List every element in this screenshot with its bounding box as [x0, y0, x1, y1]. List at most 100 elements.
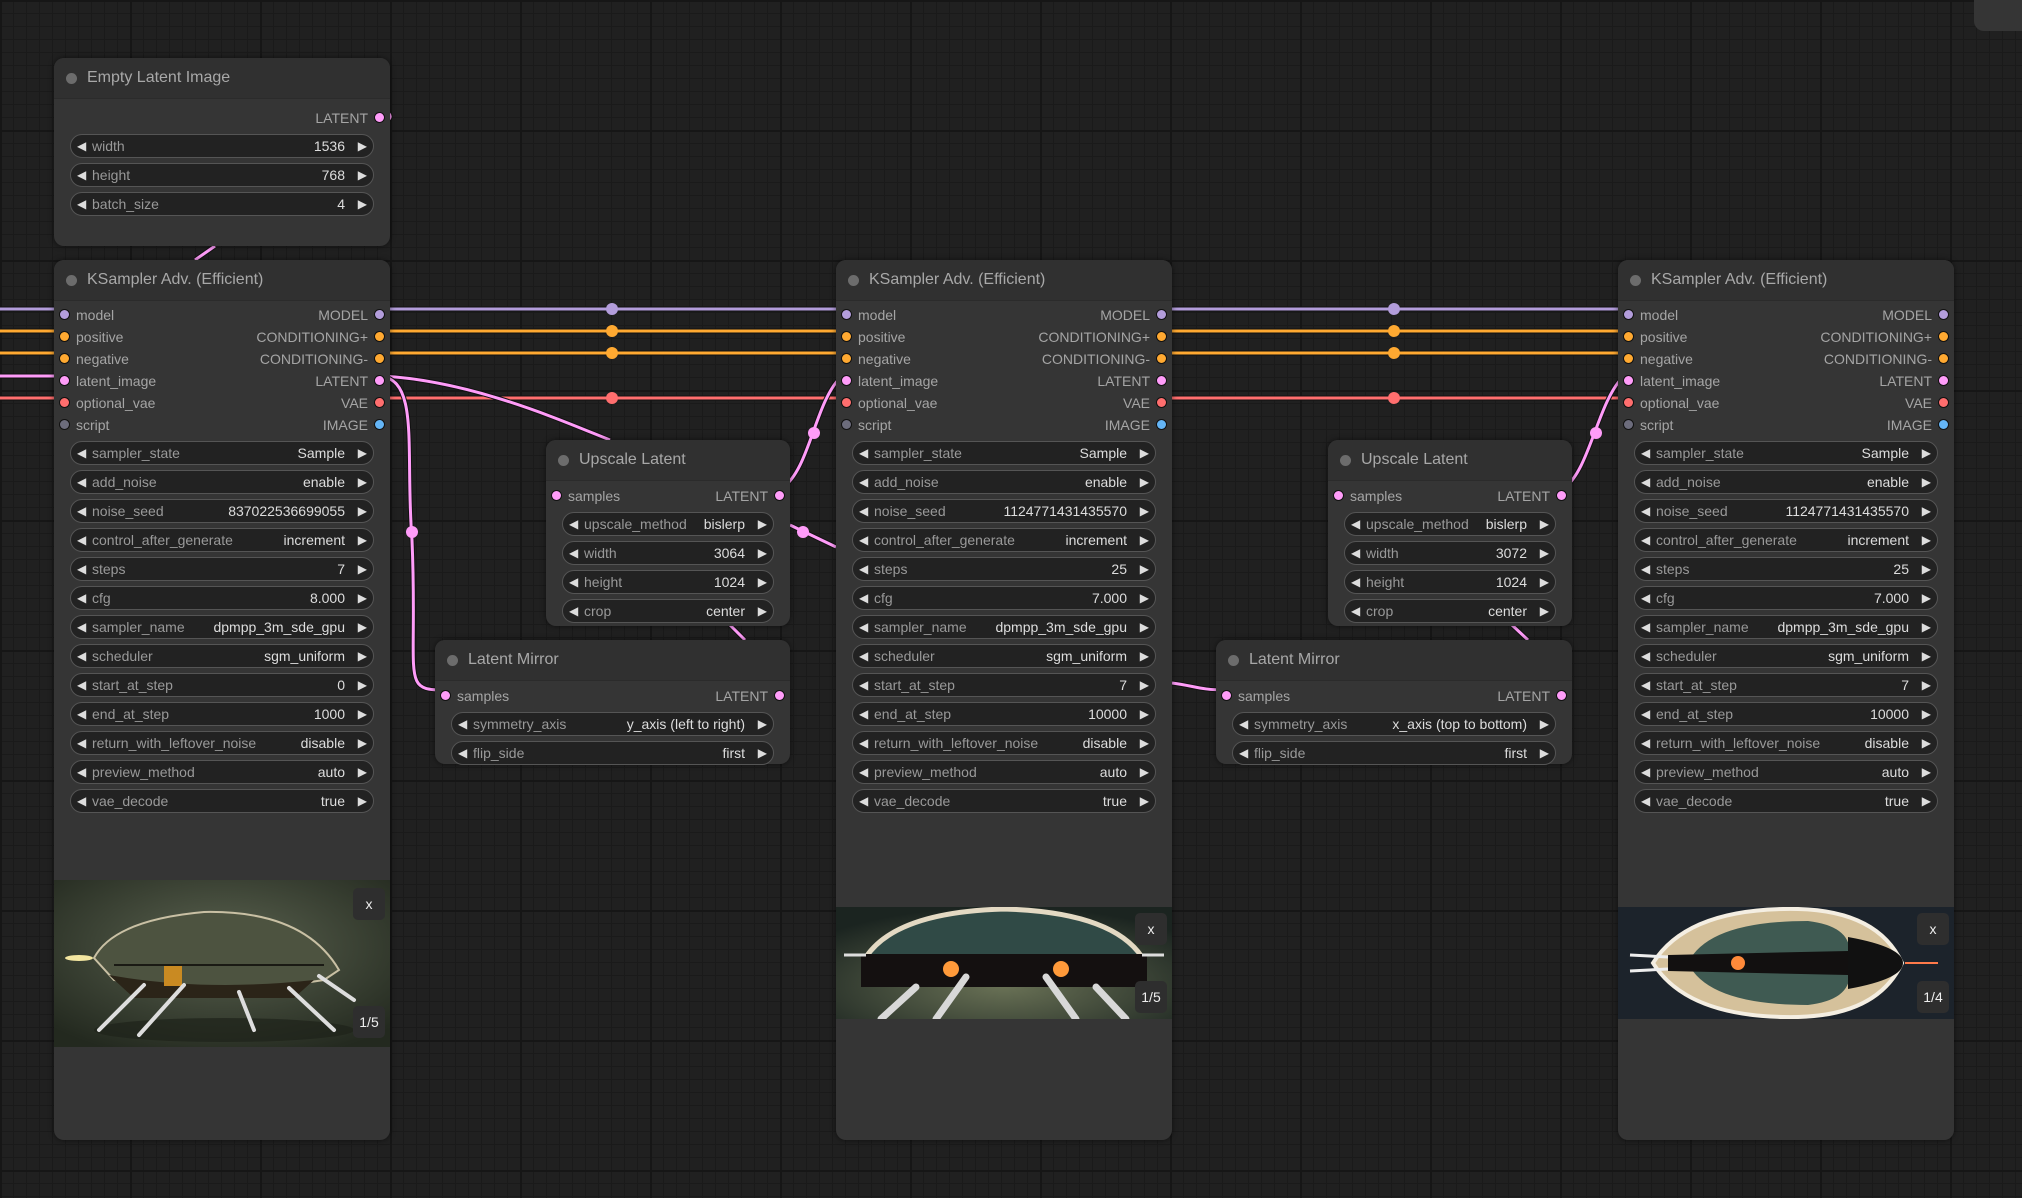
decrement-arrow-icon[interactable]: ◀ — [1641, 616, 1650, 638]
model-output-socket[interactable] — [1939, 310, 1948, 319]
decrement-arrow-icon[interactable]: ◀ — [77, 442, 86, 464]
widget-noise-seed[interactable]: ◀ noise_seed 1124771431435570 ▶ — [1634, 499, 1938, 523]
widget-value[interactable]: 1124771431435570 — [1785, 500, 1909, 522]
widget-steps[interactable]: ◀ steps 7 ▶ — [70, 557, 374, 581]
widget-height[interactable]: ◀ height 768 ▶ — [70, 163, 374, 187]
decrement-arrow-icon[interactable]: ◀ — [1641, 761, 1650, 783]
node-title-bar[interactable]: Latent Mirror — [1216, 640, 1572, 681]
link-midpoint[interactable] — [406, 526, 418, 538]
decrement-arrow-icon[interactable]: ◀ — [458, 742, 467, 764]
increment-arrow-icon[interactable]: ▶ — [1540, 742, 1549, 764]
widget-upscale-method[interactable]: ◀ upscale_method bislerp ▶ — [562, 512, 774, 536]
increment-arrow-icon[interactable]: ▶ — [358, 790, 367, 812]
link-midpoint[interactable] — [808, 427, 820, 439]
decrement-arrow-icon[interactable]: ◀ — [569, 542, 578, 564]
widget-value[interactable]: 7.000 — [1092, 587, 1127, 609]
increment-arrow-icon[interactable]: ▶ — [1140, 732, 1149, 754]
widget-value[interactable]: auto — [1100, 761, 1127, 783]
node-ksampler-3[interactable]: KSampler Adv. (Efficient) model MODEL po… — [1618, 260, 1954, 1140]
node-upscale-latent-1[interactable]: Upscale Latent samples LATENT ◀ upscale_… — [546, 440, 790, 626]
widget-sampler-name[interactable]: ◀ sampler_name dpmpp_3m_sde_gpu ▶ — [1634, 615, 1938, 639]
close-preview-button[interactable]: x — [353, 888, 385, 920]
increment-arrow-icon[interactable]: ▶ — [1140, 558, 1149, 580]
increment-arrow-icon[interactable]: ▶ — [1922, 790, 1931, 812]
image-preview[interactable]: x 1/5 — [836, 907, 1172, 1019]
widget-value[interactable]: 0 — [337, 674, 345, 696]
latent-output-socket[interactable] — [1157, 376, 1166, 385]
widget-start-at-step[interactable]: ◀ start_at_step 7 ▶ — [1634, 673, 1938, 697]
generated-image[interactable] — [836, 907, 1172, 1019]
decrement-arrow-icon[interactable]: ◀ — [77, 616, 86, 638]
widget-value[interactable]: bislerp — [704, 513, 745, 535]
decrement-arrow-icon[interactable]: ◀ — [77, 500, 86, 522]
widget-crop[interactable]: ◀ crop center ▶ — [562, 599, 774, 623]
decrement-arrow-icon[interactable]: ◀ — [859, 442, 868, 464]
widget-value[interactable]: true — [1885, 790, 1909, 812]
conditioning-neg-output-socket[interactable] — [1157, 354, 1166, 363]
widget-value[interactable]: 4 — [337, 193, 345, 215]
widget-value[interactable]: increment — [1066, 529, 1127, 551]
optional-vae-input-socket[interactable] — [60, 398, 69, 407]
decrement-arrow-icon[interactable]: ◀ — [569, 513, 578, 535]
positive-input-socket[interactable] — [60, 332, 69, 341]
increment-arrow-icon[interactable]: ▶ — [1140, 471, 1149, 493]
script-input-socket[interactable] — [60, 420, 69, 429]
decrement-arrow-icon[interactable]: ◀ — [1641, 587, 1650, 609]
widget-sampler-name[interactable]: ◀ sampler_name dpmpp_3m_sde_gpu ▶ — [852, 615, 1156, 639]
widget-start-at-step[interactable]: ◀ start_at_step 7 ▶ — [852, 673, 1156, 697]
image-counter-badge[interactable]: 1/5 — [1135, 981, 1167, 1013]
widget-batch-size[interactable]: ◀ batch_size 4 ▶ — [70, 192, 374, 216]
node-title-bar[interactable]: Latent Mirror — [435, 640, 790, 681]
increment-arrow-icon[interactable]: ▶ — [358, 616, 367, 638]
widget-value[interactable]: increment — [1848, 529, 1909, 551]
decrement-arrow-icon[interactable]: ◀ — [77, 529, 86, 551]
increment-arrow-icon[interactable]: ▶ — [758, 542, 767, 564]
decrement-arrow-icon[interactable]: ◀ — [859, 790, 868, 812]
decrement-arrow-icon[interactable]: ◀ — [77, 471, 86, 493]
latent-image-input-socket[interactable] — [842, 376, 851, 385]
widget-scheduler[interactable]: ◀ scheduler sgm_uniform ▶ — [852, 644, 1156, 668]
link-negative-midpoint[interactable] — [1388, 347, 1400, 359]
widget-value[interactable]: true — [1103, 790, 1127, 812]
decrement-arrow-icon[interactable]: ◀ — [859, 529, 868, 551]
node-empty-latent-image[interactable]: Empty Latent Image LATENT ◀ width 1536 ▶… — [54, 58, 390, 246]
optional-vae-input-socket[interactable] — [1624, 398, 1633, 407]
link-upscale1-to-ks2[interactable] — [781, 374, 844, 490]
link-negative-midpoint[interactable] — [606, 347, 618, 359]
widget-value[interactable]: auto — [318, 761, 345, 783]
increment-arrow-icon[interactable]: ▶ — [758, 600, 767, 622]
image-output-socket[interactable] — [1939, 420, 1948, 429]
widget-vae-decode[interactable]: ◀ vae_decode true ▶ — [70, 789, 374, 813]
decrement-arrow-icon[interactable]: ◀ — [77, 193, 86, 215]
widget-sampler-state[interactable]: ◀ sampler_state Sample ▶ — [70, 441, 374, 465]
widget-value[interactable]: auto — [1882, 761, 1909, 783]
widget-value[interactable]: x_axis (top to bottom) — [1392, 713, 1527, 735]
link-vae-midpoint[interactable] — [606, 392, 618, 404]
samples-input-socket[interactable] — [1334, 491, 1343, 500]
widget-value[interactable]: y_axis (left to right) — [627, 713, 745, 735]
conditioning-pos-output-socket[interactable] — [1157, 332, 1166, 341]
widget-value[interactable]: 768 — [322, 164, 345, 186]
widget-noise-seed[interactable]: ◀ noise_seed 837022536699055 ▶ — [70, 499, 374, 523]
increment-arrow-icon[interactable]: ▶ — [1922, 558, 1931, 580]
output-slot-latent[interactable]: LATENT — [54, 107, 390, 129]
latent-output-socket[interactable] — [775, 691, 784, 700]
increment-arrow-icon[interactable]: ▶ — [1922, 500, 1931, 522]
model-output-socket[interactable] — [1157, 310, 1166, 319]
image-preview[interactable]: x 1/5 — [54, 880, 390, 1047]
widget-value[interactable]: Sample — [1862, 442, 1909, 464]
decrement-arrow-icon[interactable]: ◀ — [569, 600, 578, 622]
widget-end-at-step[interactable]: ◀ end_at_step 10000 ▶ — [852, 702, 1156, 726]
widget-value[interactable]: 25 — [1893, 558, 1909, 580]
increment-arrow-icon[interactable]: ▶ — [358, 500, 367, 522]
widget-control-after-generate[interactable]: ◀ control_after_generate increment ▶ — [70, 528, 374, 552]
node-title-bar[interactable]: KSampler Adv. (Efficient) — [54, 260, 390, 301]
node-title-bar[interactable]: Empty Latent Image — [54, 58, 390, 99]
decrement-arrow-icon[interactable]: ◀ — [1641, 558, 1650, 580]
link-midpoint[interactable] — [797, 526, 809, 538]
decrement-arrow-icon[interactable]: ◀ — [77, 135, 86, 157]
widget-value[interactable]: 1024 — [714, 571, 745, 593]
latent-output-socket[interactable] — [375, 113, 384, 122]
decrement-arrow-icon[interactable]: ◀ — [859, 471, 868, 493]
increment-arrow-icon[interactable]: ▶ — [1922, 442, 1931, 464]
